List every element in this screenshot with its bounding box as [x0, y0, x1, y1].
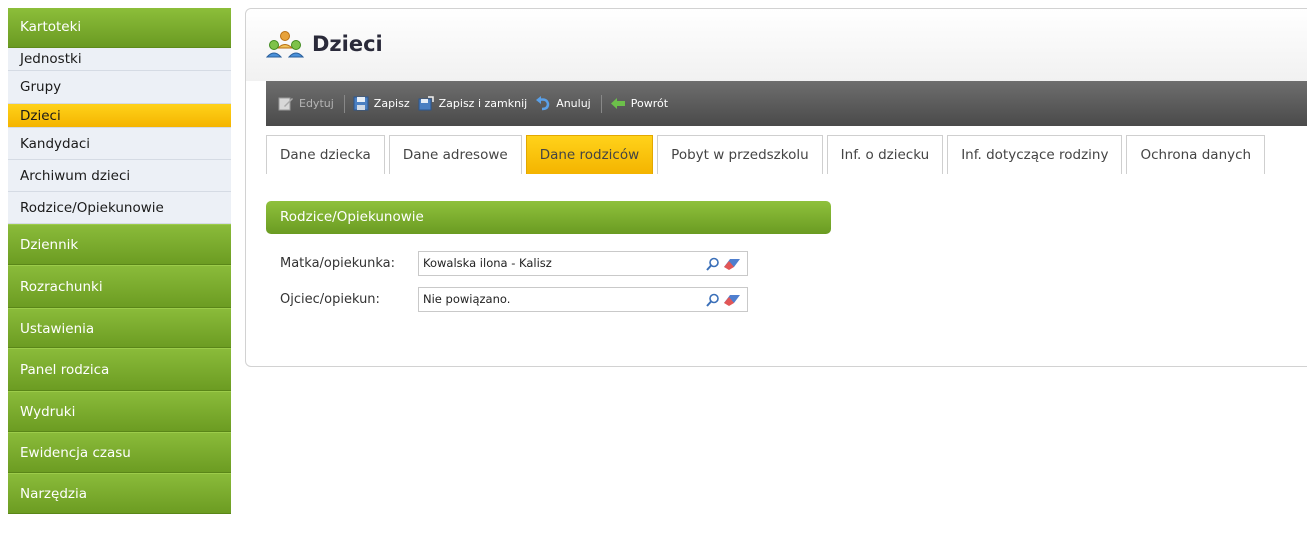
- toolbar: Edytuj Zapisz Zapisz i zamknij Anuluj Po…: [266, 81, 1307, 126]
- page-title: Dzieci: [265, 29, 383, 59]
- tab-dane-dziecka[interactable]: Dane dziecka: [266, 135, 385, 174]
- sidebar-item-dzieci[interactable]: Dzieci: [8, 104, 231, 128]
- save-close-icon: [418, 96, 434, 111]
- search-icon[interactable]: [706, 292, 720, 315]
- tab-ochrona-danych[interactable]: Ochrona danych: [1126, 135, 1266, 174]
- save-close-button[interactable]: Zapisz i zamknij: [418, 96, 536, 111]
- sidebar-section-kartoteki[interactable]: Kartoteki: [8, 8, 231, 48]
- sidebar: Kartoteki Jednostki Grupy Dzieci Kandyda…: [8, 8, 231, 514]
- sidebar-section-dziennik[interactable]: Dziennik: [8, 224, 231, 265]
- tab-inf-dotyczace-rodziny[interactable]: Inf. dotyczące rodziny: [947, 135, 1123, 174]
- tab-bar: Dane dziecka Dane adresowe Dane rodziców…: [266, 135, 1269, 175]
- sidebar-item-jednostki[interactable]: Jednostki: [8, 48, 231, 71]
- edit-icon: [278, 96, 294, 111]
- mother-field[interactable]: Kowalska ilona - Kalisz: [418, 251, 748, 276]
- title-bar: Dzieci: [246, 9, 1307, 81]
- floppy-disk-icon: [353, 96, 369, 111]
- sidebar-section-panel-rodzica[interactable]: Panel rodzica: [8, 348, 231, 391]
- tab-dane-rodzicow[interactable]: Dane rodziców: [525, 135, 654, 174]
- sidebar-section-ustawienia[interactable]: Ustawienia: [8, 308, 231, 348]
- father-row: Ojciec/opiekun: Nie powiązano.: [280, 287, 748, 312]
- tab-pobyt-w-przedszkolu[interactable]: Pobyt w przedszkolu: [657, 135, 823, 174]
- sidebar-item-kandydaci[interactable]: Kandydaci: [8, 128, 231, 160]
- mother-row: Matka/opiekunka: Kowalska ilona - Kalisz: [280, 251, 748, 276]
- sidebar-section-wydruki[interactable]: Wydruki: [8, 391, 231, 432]
- toolbar-separator: [343, 94, 345, 113]
- sidebar-section-rozrachunki[interactable]: Rozrachunki: [8, 265, 231, 308]
- save-close-label: Zapisz i zamknij: [438, 97, 528, 110]
- father-value: Nie powiązano.: [423, 292, 511, 306]
- father-field[interactable]: Nie powiązano.: [418, 287, 748, 312]
- main-panel: Dzieci Edytuj Zapisz Zapisz i zamknij An…: [245, 8, 1307, 367]
- edit-button[interactable]: Edytuj: [278, 96, 342, 111]
- undo-arrow-icon: [535, 96, 551, 111]
- father-label: Ojciec/opiekun:: [280, 292, 380, 307]
- sidebar-item-archiwum-dzieci[interactable]: Archiwum dzieci: [8, 160, 231, 192]
- sidebar-section-narzedzia[interactable]: Narzędzia: [8, 473, 231, 514]
- sidebar-item-grupy[interactable]: Grupy: [8, 71, 231, 104]
- sidebar-section-ewidencja-czasu[interactable]: Ewidencja czasu: [8, 432, 231, 473]
- section-header-rodzice: Rodzice/Opiekunowie: [266, 201, 831, 234]
- eraser-icon[interactable]: [723, 256, 741, 279]
- back-arrow-icon: [610, 96, 626, 111]
- edit-label: Edytuj: [299, 97, 334, 110]
- back-label: Powrót: [630, 97, 669, 110]
- tab-dane-adresowe[interactable]: Dane adresowe: [388, 135, 522, 174]
- cancel-label: Anuluj: [556, 97, 591, 110]
- save-button[interactable]: Zapisz: [353, 96, 418, 111]
- tab-inf-o-dziecku[interactable]: Inf. o dziecku: [826, 135, 944, 174]
- cancel-button[interactable]: Anuluj: [535, 96, 599, 111]
- save-label: Zapisz: [373, 97, 410, 110]
- mother-label: Matka/opiekunka:: [280, 256, 395, 271]
- back-button[interactable]: Powrót: [610, 96, 676, 111]
- eraser-icon[interactable]: [723, 292, 741, 315]
- mother-value: Kowalska ilona - Kalisz: [423, 256, 552, 270]
- sidebar-item-rodzice-opiekunowie[interactable]: Rodzice/Opiekunowie: [8, 192, 231, 224]
- search-icon[interactable]: [706, 256, 720, 279]
- people-icon: [265, 29, 305, 59]
- page-title-text: Dzieci: [312, 32, 383, 56]
- toolbar-separator: [600, 94, 602, 113]
